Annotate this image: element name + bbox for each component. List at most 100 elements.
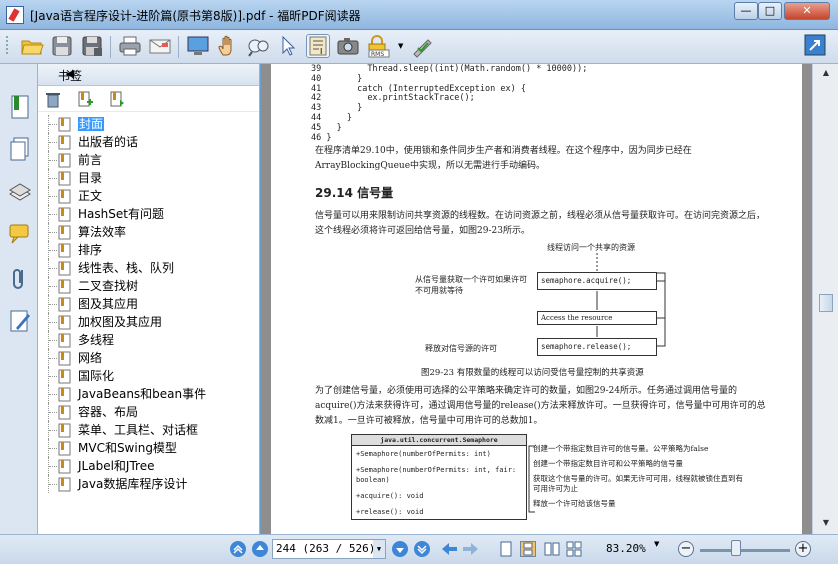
previous-page-icon[interactable] xyxy=(252,541,268,557)
scroll-thumb[interactable] xyxy=(819,294,833,312)
zoom-icon[interactable] xyxy=(246,34,270,58)
tree-connector xyxy=(48,169,57,187)
signatures-panel-icon[interactable] xyxy=(8,308,32,334)
zoom-slider-track[interactable] xyxy=(700,549,790,552)
hand-icon[interactable] xyxy=(216,34,240,58)
tree-connector xyxy=(48,475,57,493)
bookmark-label: 前言 xyxy=(78,153,103,167)
fullscreen-icon[interactable] xyxy=(186,34,210,58)
continuous-view-icon[interactable] xyxy=(520,541,536,557)
code-line: 39 Thread.sleep((int)(Math.random() * 10… xyxy=(311,64,587,74)
bookmarks-header: 书签 ◀ xyxy=(38,64,259,86)
delete-bookmark-icon[interactable] xyxy=(44,90,62,108)
bookmark-item[interactable]: HashSet有问题 xyxy=(38,205,259,223)
pages-panel-icon[interactable] xyxy=(8,136,32,162)
bookmark-item[interactable]: JavaBeans和bean事件 xyxy=(38,385,259,403)
zoom-dropdown-icon[interactable]: ▼ xyxy=(654,540,659,548)
bookmark-item[interactable]: 多线程 xyxy=(38,331,259,349)
open-icon[interactable] xyxy=(20,34,44,58)
bookmark-icon xyxy=(58,369,72,384)
line-number: 42 xyxy=(311,93,322,104)
rms-dropdown-icon[interactable]: ▼ xyxy=(398,34,406,58)
bookmark-item[interactable]: 出版者的话 xyxy=(38,133,259,151)
layers-panel-icon[interactable] xyxy=(8,180,32,206)
text-select-icon[interactable]: I xyxy=(306,34,330,58)
snapshot-icon[interactable] xyxy=(336,34,360,58)
bookmark-item[interactable]: 算法效率 xyxy=(38,223,259,241)
close-button[interactable]: ✕ xyxy=(784,2,830,20)
bookmark-tree: 封面出版者的话前言目录 正文 HashSet有问题 算法效率 排序线性表、栈、队列二叉查… xyxy=(38,112,259,493)
save-icon[interactable] xyxy=(50,34,74,58)
tree-connector xyxy=(48,421,57,439)
bookmark-label: Java数据库程序设计 xyxy=(78,477,188,491)
next-page-icon[interactable] xyxy=(392,541,408,557)
bookmarks-panel-icon[interactable] xyxy=(8,94,32,120)
rms-icon[interactable]: RMS xyxy=(366,34,396,58)
zoom-in-button[interactable]: + xyxy=(795,541,811,557)
uml-note: 创建一个带指定数目许可的信号量。公平策略为false xyxy=(533,444,709,453)
go-forward-icon[interactable] xyxy=(462,541,478,557)
bookmark-item[interactable]: 加权图及其应用 xyxy=(38,313,259,331)
facing-view-icon[interactable] xyxy=(544,541,560,557)
foxit-app-icon[interactable] xyxy=(6,6,24,24)
bookmark-item[interactable]: 封面 xyxy=(38,115,259,133)
print-icon[interactable] xyxy=(118,34,142,58)
bookmark-item[interactable]: 前言 xyxy=(38,151,259,169)
bookmark-item[interactable]: 目录 xyxy=(38,169,259,187)
bookmark-item[interactable]: 二叉查找树 xyxy=(38,277,259,295)
last-page-icon[interactable] xyxy=(414,541,430,557)
add-bookmark-icon[interactable] xyxy=(76,90,94,108)
single-page-view-icon[interactable] xyxy=(498,541,514,557)
signature-icon[interactable] xyxy=(410,34,434,58)
bookmark-item[interactable]: 图及其应用 xyxy=(38,295,259,313)
email-icon[interactable] xyxy=(148,34,172,58)
bookmark-icon xyxy=(58,405,72,420)
bookmark-label: 出版者的话 xyxy=(78,135,139,149)
bookmark-item[interactable]: JLabel和JTree xyxy=(38,457,259,475)
scroll-down-icon[interactable]: ▼ xyxy=(819,516,833,530)
tree-connector xyxy=(48,187,57,205)
paragraph: 为了创建信号量，必须使用可选择的公平策略来确定许可的数量，如图29-24所示。任… xyxy=(315,386,766,426)
zoom-level[interactable]: 83.20% xyxy=(606,542,646,555)
bookmark-label: JLabel和JTree xyxy=(78,459,155,473)
vertical-scrollbar[interactable]: ▲ ▼ xyxy=(812,64,838,534)
line-number: 43 xyxy=(311,103,322,114)
go-back-icon[interactable] xyxy=(440,541,457,557)
navigation-tab-strip xyxy=(0,64,38,534)
comments-panel-icon[interactable] xyxy=(8,222,32,248)
bookmark-item[interactable]: 排序 xyxy=(38,241,259,259)
scroll-up-icon[interactable]: ▲ xyxy=(819,66,833,80)
code-text: Thread.sleep((int)(Math.random() * 10000… xyxy=(326,64,588,74)
page-dropdown-icon[interactable]: ▼ xyxy=(373,540,385,558)
bookmark-item[interactable]: 正文 xyxy=(38,187,259,205)
bookmark-item[interactable]: 线性表、栈、队列 xyxy=(38,259,259,277)
bookmark-item[interactable]: 国际化 xyxy=(38,367,259,385)
zoom-out-button[interactable]: − xyxy=(678,541,694,557)
add-child-bookmark-icon[interactable] xyxy=(108,90,126,108)
continuous-facing-view-icon[interactable] xyxy=(566,541,582,557)
attachments-panel-icon[interactable] xyxy=(8,266,32,292)
restore-layout-icon[interactable] xyxy=(804,34,828,58)
tree-connector xyxy=(48,457,57,475)
bookmark-label: 网络 xyxy=(78,351,103,365)
bookmark-icon xyxy=(58,477,72,492)
save-as-icon[interactable] xyxy=(80,34,104,58)
page-number-input[interactable]: 244 (263 / 526) ▼ xyxy=(272,539,386,559)
minimize-button[interactable]: — xyxy=(734,2,758,20)
document-view[interactable]: 39 Thread.sleep((int)(Math.random() * 10… xyxy=(261,64,812,534)
semaphore-uml-box: java.util.concurrent.Semaphore +Semaphor… xyxy=(351,434,527,520)
bookmark-item[interactable]: 菜单、工具栏、对话框 xyxy=(38,421,259,439)
line-number: 41 xyxy=(311,83,322,94)
first-page-icon[interactable] xyxy=(230,541,246,557)
collapse-panel-icon[interactable]: ◀ xyxy=(30,67,110,80)
zoom-slider-thumb[interactable] xyxy=(731,540,741,556)
uml-method: +release(): void xyxy=(356,508,424,516)
maximize-button[interactable]: □ xyxy=(758,2,782,20)
bookmark-label: 线性表、栈、队列 xyxy=(78,261,175,275)
bookmark-item[interactable]: Java数据库程序设计 xyxy=(38,475,259,493)
bookmark-item[interactable]: 网络 xyxy=(38,349,259,367)
select-icon[interactable] xyxy=(276,34,300,58)
bookmark-item[interactable]: MVC和Swing模型 xyxy=(38,439,259,457)
bookmark-item[interactable]: 容器、布局 xyxy=(38,403,259,421)
code-line: 46 } xyxy=(311,133,332,143)
